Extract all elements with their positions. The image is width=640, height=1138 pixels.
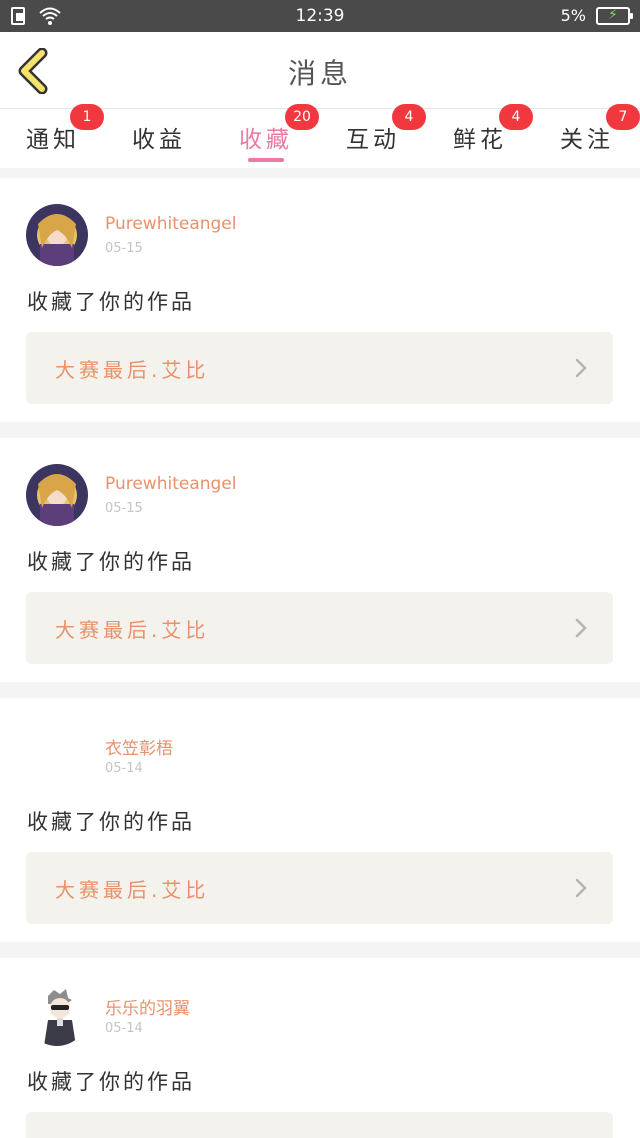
message-date: 05-15 (105, 241, 143, 256)
battery-charging-icon: ⚡ (596, 6, 633, 25)
username[interactable]: 乐乐的羽翼 (105, 994, 190, 1019)
message-date: 05-14 (105, 761, 143, 776)
divider (0, 168, 640, 178)
unread-badge: 20 (285, 104, 319, 130)
work-title: 大赛最后.艾比 (55, 878, 210, 902)
tab-favorites[interactable]: 收藏 20 (213, 104, 319, 168)
work-link[interactable] (26, 1112, 613, 1138)
message-date: 05-14 (105, 1021, 143, 1036)
tab-earnings[interactable]: 收益 (106, 110, 212, 168)
message-card: Purewhiteangel 05-15 收藏了你的作品 大赛最后.艾比 (0, 178, 640, 422)
unread-badge: 4 (392, 104, 426, 130)
tab-interactions[interactable]: 互动 4 (320, 104, 426, 168)
work-title: 大赛最后.艾比 (55, 358, 210, 382)
header: 消息 (0, 32, 640, 109)
status-bar: 12:39 5% ⚡ (0, 0, 640, 32)
message-date: 05-15 (105, 501, 143, 516)
bolt-icon: ⚡ (608, 6, 618, 23)
tab-label: 鲜花 (453, 127, 507, 153)
chevron-right-icon (575, 358, 587, 378)
work-title: 大赛最后.艾比 (55, 618, 210, 642)
tab-label: 关注 (560, 127, 614, 153)
unread-badge: 4 (499, 104, 533, 130)
tab-notifications[interactable]: 通知 1 (0, 104, 106, 168)
page-title: 消息 (287, 57, 352, 90)
avatar[interactable] (26, 204, 88, 266)
status-right: 5% ⚡ (560, 6, 633, 25)
divider (0, 422, 640, 438)
username[interactable]: Purewhiteangel (105, 474, 237, 494)
unread-badge: 1 (70, 104, 104, 130)
chevron-right-icon (575, 618, 587, 638)
work-link[interactable]: 大赛最后.艾比 (26, 852, 613, 924)
message-text: 收藏了你的作品 (27, 1070, 195, 1094)
message-text: 收藏了你的作品 (27, 810, 195, 834)
tab-follows[interactable]: 关注 7 (534, 104, 640, 168)
unread-badge: 7 (606, 104, 640, 130)
avatar[interactable] (26, 724, 88, 786)
avatar[interactable] (26, 984, 88, 1046)
message-text: 收藏了你的作品 (27, 550, 195, 574)
tab-label: 互动 (346, 127, 400, 153)
username[interactable]: 衣笠彰梧 (105, 734, 173, 759)
cartoon-boy-avatar-icon (26, 984, 88, 1046)
message-card: 衣笠彰梧 05-14 收藏了你的作品 大赛最后.艾比 (0, 698, 640, 942)
chevron-right-icon (575, 878, 587, 898)
clock: 12:39 (295, 6, 345, 26)
avatar[interactable] (26, 464, 88, 526)
work-link[interactable]: 大赛最后.艾比 (26, 592, 613, 664)
tab-bar: 通知 1 收益 收藏 20 互动 4 鲜花 4 关注 7 (0, 104, 640, 168)
divider (0, 682, 640, 698)
battery-percent: 5% (560, 6, 586, 25)
divider (0, 942, 640, 958)
username[interactable]: Purewhiteangel (105, 214, 237, 234)
tab-flowers[interactable]: 鲜花 4 (427, 104, 533, 168)
tab-label: 收益 (132, 127, 186, 153)
work-link[interactable]: 大赛最后.艾比 (26, 332, 613, 404)
message-card: Purewhiteangel 05-15 收藏了你的作品 大赛最后.艾比 (0, 438, 640, 682)
tab-label: 收藏 (239, 127, 293, 153)
active-indicator (248, 158, 284, 162)
anime-girl-avatar-icon (26, 464, 88, 526)
message-text: 收藏了你的作品 (27, 290, 195, 314)
message-card: 乐乐的羽翼 05-14 收藏了你的作品 (0, 958, 640, 1138)
anime-girl-avatar-icon (26, 204, 88, 266)
